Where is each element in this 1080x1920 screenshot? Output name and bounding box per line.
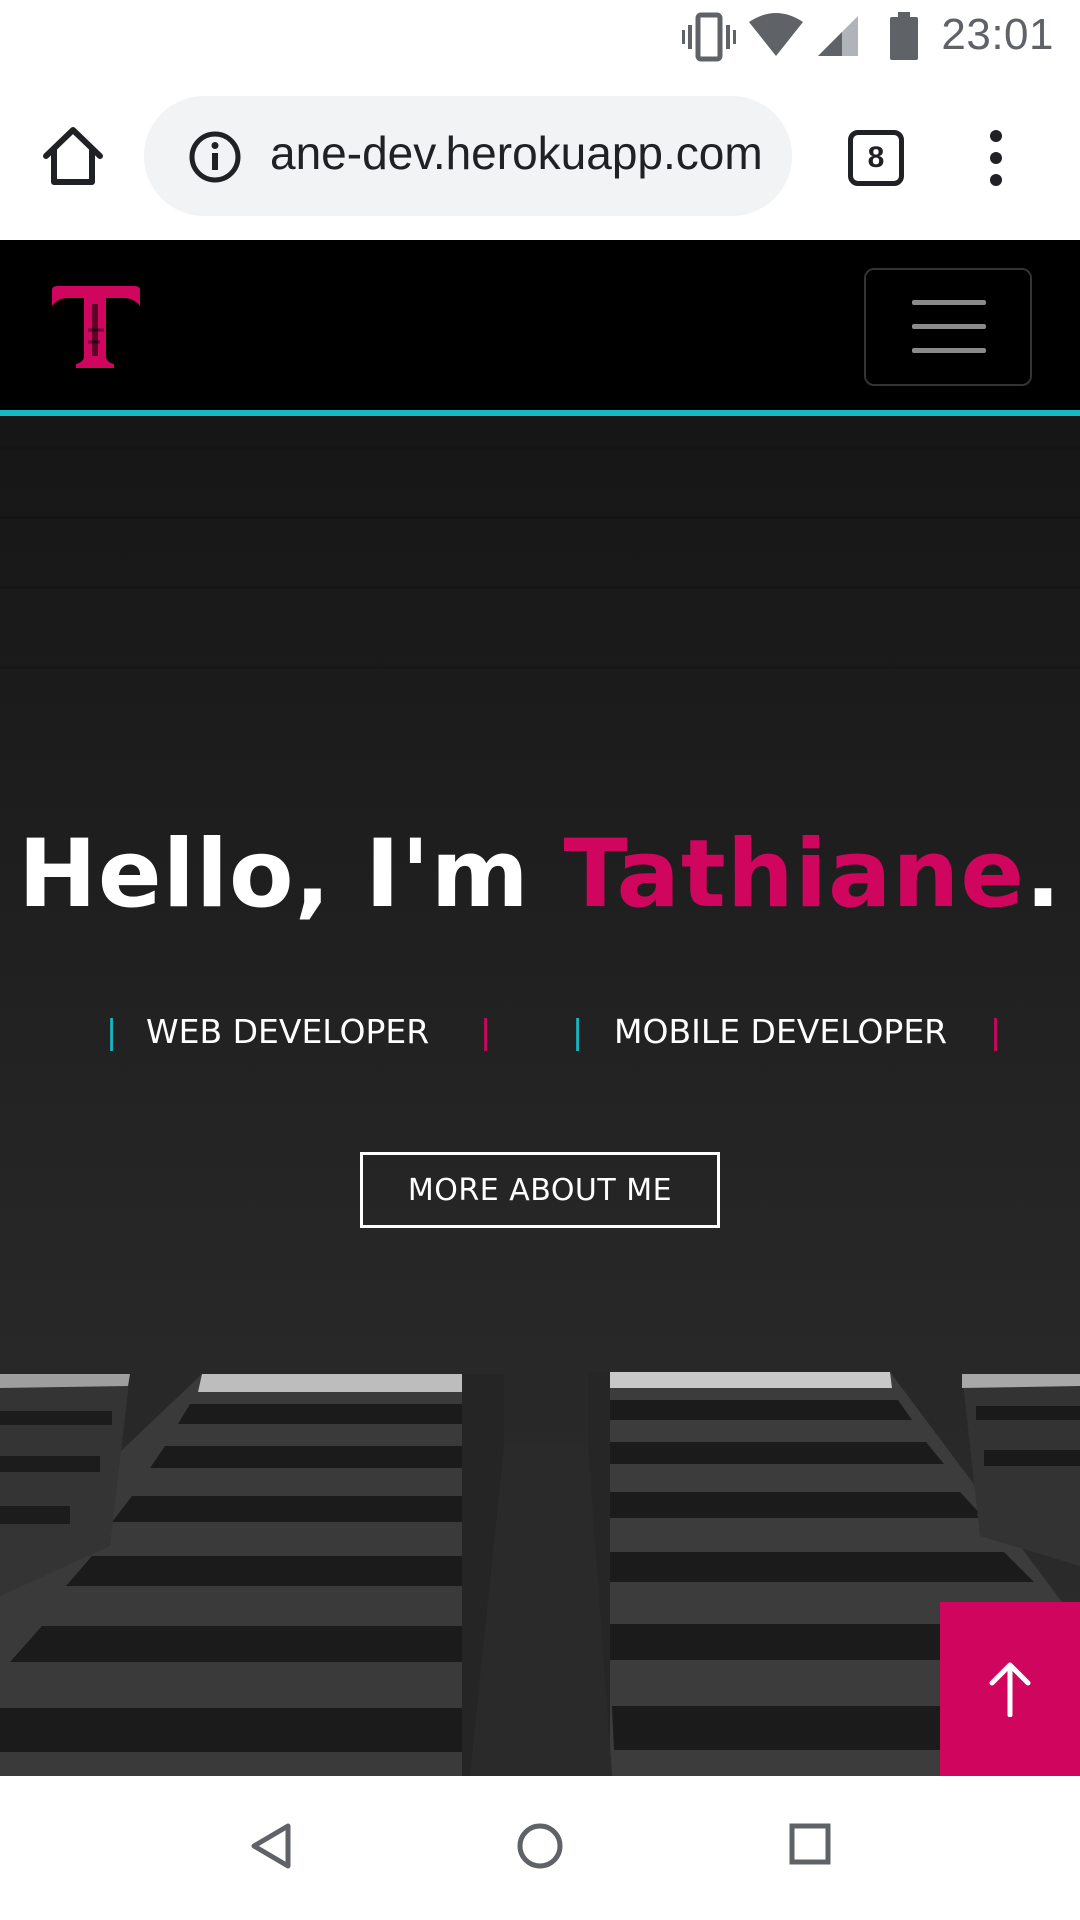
wifi-icon [749, 13, 803, 56]
more-vert-icon[interactable] [976, 128, 1016, 188]
recents-icon[interactable] [788, 1822, 832, 1866]
tab-switcher-icon[interactable]: 8 [848, 130, 904, 186]
site-navbar [0, 240, 1080, 416]
hero-greeting: Hello, I'm [18, 820, 564, 929]
menu-icon[interactable] [864, 268, 1032, 386]
home-icon[interactable] [38, 122, 108, 192]
hero-section: Hello, I'm Tathiane. | WEB DEVELOPER | |… [0, 416, 1080, 1776]
more-about-me-button[interactable]: MORE ABOUT ME [360, 1152, 720, 1228]
back-icon[interactable] [248, 1822, 292, 1870]
role-separator: | [572, 1012, 584, 1051]
info-icon[interactable] [188, 130, 242, 184]
role-list: | WEB DEVELOPER | | MOBILE DEVELOPER | [0, 1012, 1080, 1060]
hero-name: Tathiane [563, 820, 1026, 929]
role-separator: | [480, 1012, 492, 1051]
arrow-up-icon [989, 1662, 1031, 1717]
hero-punctuation: . [1025, 820, 1062, 929]
role-separator: | [990, 1012, 1002, 1051]
cell-signal-icon [818, 16, 858, 56]
status-clock: 23:01 [941, 10, 1054, 59]
vibrate-icon [682, 12, 736, 62]
buildings-background [0, 446, 1080, 1776]
site-logo[interactable] [48, 284, 144, 370]
status-bar: 23:01 [0, 0, 1080, 74]
browser-toolbar: ane-dev.herokuapp.com 8 [0, 74, 1080, 240]
role-mobile-developer: MOBILE DEVELOPER [614, 1012, 948, 1051]
role-separator: | [106, 1012, 118, 1051]
hero-heading: Hello, I'm Tathiane. [0, 820, 1080, 929]
home-circle-icon[interactable] [516, 1822, 564, 1870]
url-text[interactable]: ane-dev.herokuapp.com [270, 126, 772, 180]
role-web-developer: WEB DEVELOPER [146, 1012, 430, 1051]
android-nav-bar [0, 1776, 1080, 1920]
battery-icon [890, 12, 918, 60]
address-bar[interactable]: ane-dev.herokuapp.com [144, 96, 792, 216]
scroll-to-top-button[interactable] [940, 1602, 1080, 1776]
